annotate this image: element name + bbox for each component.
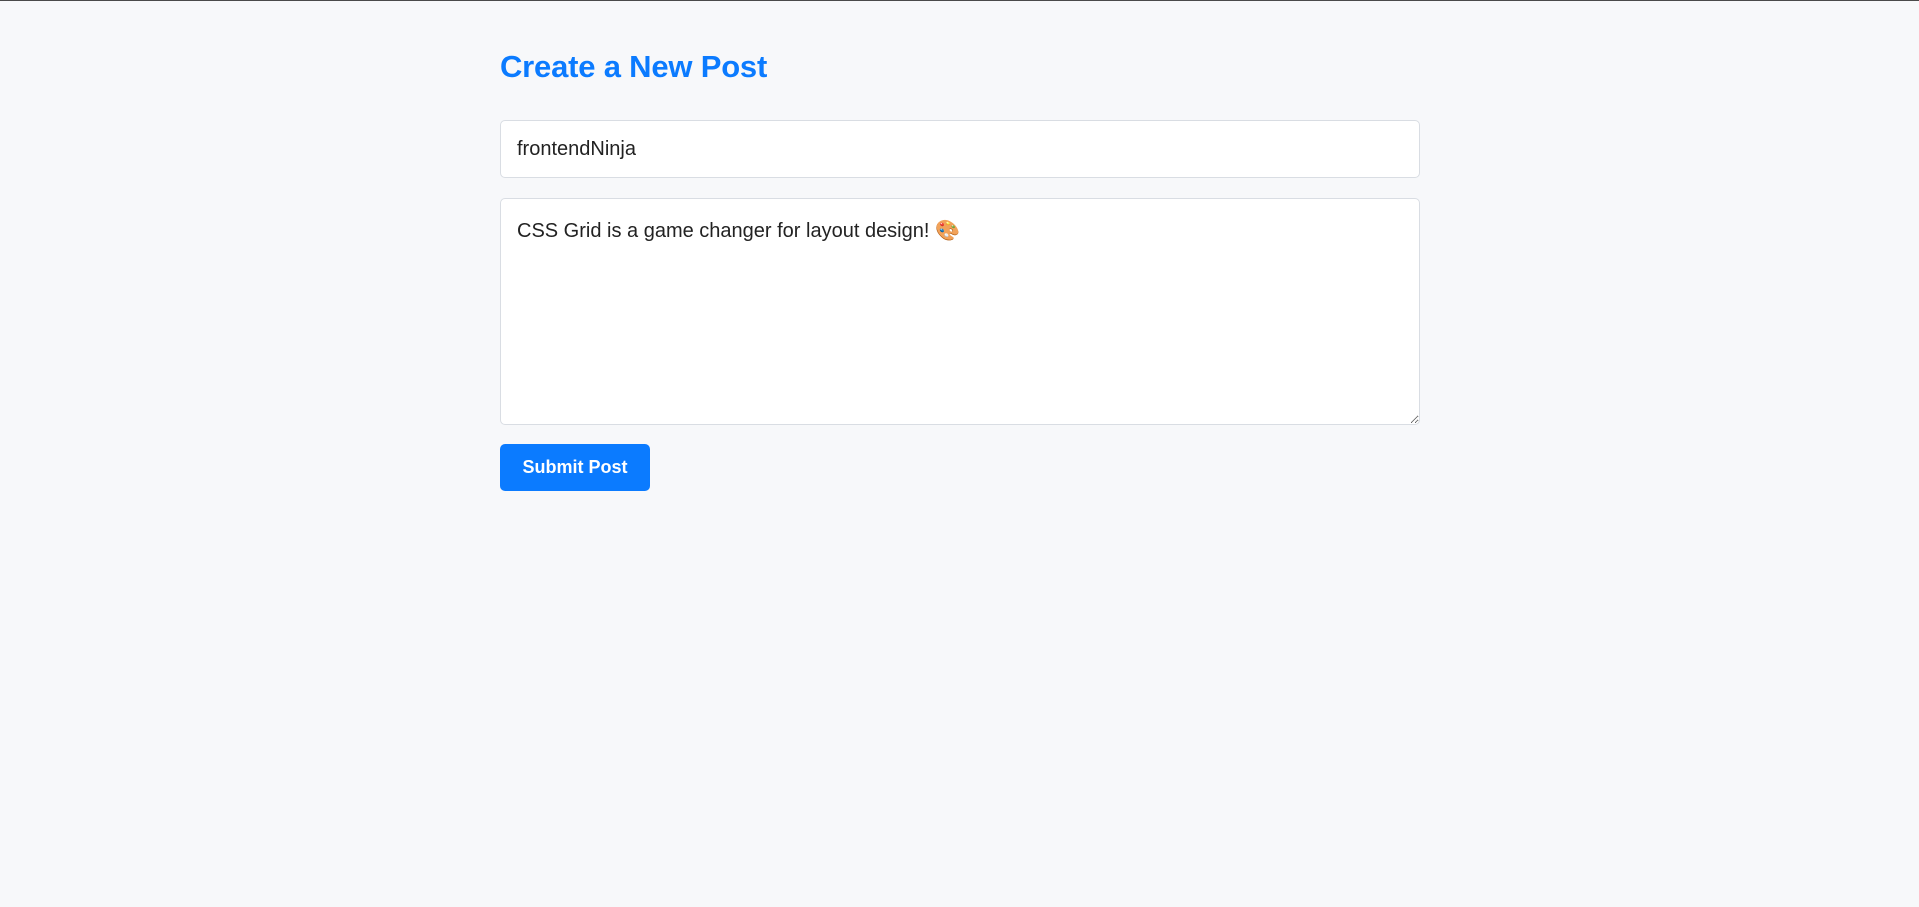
post-content-textarea[interactable]: CSS Grid is a game changer for layout de… bbox=[500, 198, 1420, 425]
username-input[interactable] bbox=[500, 120, 1420, 178]
page-title: Create a New Post bbox=[500, 49, 768, 84]
submit-post-button[interactable]: Submit Post bbox=[500, 444, 650, 491]
